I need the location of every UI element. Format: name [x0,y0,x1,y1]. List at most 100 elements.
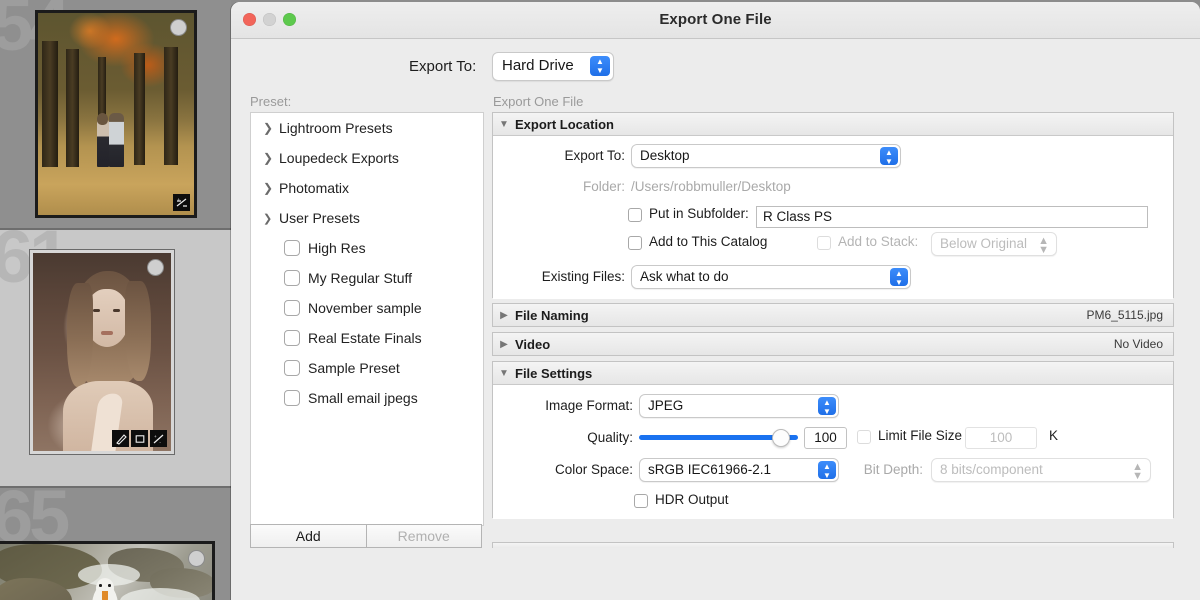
folder-path-value: /Users/robbmuller/Desktop [631,179,791,194]
preset-group-photomatix[interactable]: ❯ Photomatix [251,173,483,203]
file-naming-summary: PM6_5115.jpg [1086,308,1164,322]
preset-item-sample-preset[interactable]: Sample Preset [251,353,483,383]
app-root: 54 + [0,0,1200,600]
color-space-dropdown[interactable]: sRGB IEC61966-2.1 ▲ ▼ [639,458,839,482]
section-body-file-settings: Image Format: JPEG ▲ ▼ Quality: 100 Limit… [493,385,1173,519]
section-header-export-location[interactable]: ▼ Export Location [493,113,1173,136]
export-to-dropdown[interactable]: Hard Drive ▲ ▼ [492,52,614,81]
add-to-stack-label: Add to Stack: [838,234,919,249]
hdr-output-checkbox[interactable] [634,494,648,508]
preset-item-label: Small email jpegs [308,390,418,406]
preset-checkbox[interactable] [284,300,300,316]
triangle-down-icon[interactable]: ▼ [493,368,515,379]
chevron-updown-icon[interactable]: ▲ ▼ [590,56,610,76]
retouch-badge-icon[interactable] [112,430,129,447]
window-title: Export One File [659,11,772,28]
chevron-updown-icon[interactable]: ▲ ▼ [818,397,836,416]
export-to-label: Export To: [409,58,477,75]
preset-checkbox[interactable] [284,330,300,346]
filmstrip-cell-1[interactable]: 54 + [0,0,231,228]
add-to-stack-value: Below Original [940,236,1028,251]
chevron-updown-icon[interactable]: ▲ ▼ [880,147,898,166]
existing-files-value: Ask what to do [640,269,729,284]
thumbnail-2-badges[interactable]: + - [112,430,167,447]
put-in-subfolder-checkbox[interactable] [628,208,642,222]
section-header-file-naming[interactable]: ▶ File Naming PM6_5115.jpg [493,304,1173,326]
triangle-right-icon[interactable]: ▶ [493,310,515,321]
bit-depth-dropdown: 8 bits/component ▲ ▼ [931,458,1151,482]
preset-item-small-email-jpegs[interactable]: Small email jpegs [251,383,483,413]
chevron-right-icon[interactable]: ❯ [263,151,279,165]
develop-adjust-badge-icon[interactable]: + [173,194,190,211]
section-next-partial[interactable] [492,542,1174,548]
triangle-right-icon[interactable]: ▶ [493,339,515,350]
section-header-file-settings[interactable]: ▼ File Settings [493,362,1173,385]
thumbnail-image-seagull [0,544,212,600]
chevron-right-icon[interactable]: ❯ [263,181,279,195]
develop-adjust-badge-icon[interactable]: + - [150,430,167,447]
color-space-value: sRGB IEC61966-2.1 [648,462,772,477]
quality-slider-knob[interactable] [772,429,790,447]
quality-value-input[interactable]: 100 [804,427,847,449]
section-export-location: ▼ Export Location Export To: Desktop ▲ ▼ … [492,112,1174,299]
export-to-destination-value: Desktop [640,148,690,163]
preset-item-label: My Regular Stuff [308,270,413,286]
preset-group-loupedeck-exports[interactable]: ❯ Loupedeck Exports [251,143,483,173]
svg-text:-: - [159,439,161,444]
filmstrip-cell-2[interactable]: 61 [0,230,231,486]
add-to-stack-checkbox [817,236,831,250]
limit-file-size-checkbox[interactable] [857,430,871,444]
existing-files-dropdown[interactable]: Ask what to do ▲ ▼ [631,265,911,289]
filmstrip-panel[interactable]: 54 + [0,0,231,600]
preset-item-label: Sample Preset [308,360,400,376]
section-header-video[interactable]: ▶ Video No Video [493,333,1173,355]
section-title: Export Location [515,116,614,132]
thumbnail-2[interactable]: + - [30,250,174,454]
preset-tree[interactable]: ❯ Lightroom Presets ❯ Loupedeck Exports … [250,112,484,526]
export-to-field-label: Export To: [564,148,625,163]
image-format-dropdown[interactable]: JPEG ▲ ▼ [639,394,839,418]
preset-checkbox[interactable] [284,240,300,256]
thumbnail-2-flag-dot[interactable] [147,259,164,276]
limit-file-size-input: 100 [965,427,1037,449]
chevron-right-icon[interactable]: ❯ [263,121,279,135]
preset-group-user-presets[interactable]: ❯ User Presets [251,203,483,233]
preset-item-my-regular-stuff[interactable]: My Regular Stuff [251,263,483,293]
add-to-catalog-checkbox[interactable] [628,236,642,250]
preset-checkbox[interactable] [284,390,300,406]
thumbnail-3[interactable] [0,541,215,600]
export-destination-row: Export To: Hard Drive ▲ ▼ [231,52,1200,84]
dialog-titlebar[interactable]: Export One File [231,2,1200,39]
folder-label: Folder: [582,179,625,194]
preset-item-november-sample[interactable]: November sample [251,293,483,323]
thumbnail-1-flag-dot[interactable] [170,19,187,36]
preset-checkbox[interactable] [284,360,300,376]
preset-group-label: Loupedeck Exports [279,150,399,166]
remove-preset-button: Remove [366,524,482,548]
preset-item-label: High Res [308,240,366,256]
thumbnail-3-flag-dot[interactable] [188,550,205,567]
content-title: Export One File [493,94,584,109]
section-title: File Naming [515,307,589,323]
chevron-updown-icon[interactable]: ▲ ▼ [890,268,908,287]
preset-item-high-res[interactable]: High Res [251,233,483,263]
export-to-destination-dropdown[interactable]: Desktop ▲ ▼ [631,144,901,168]
filmstrip-cell-3[interactable]: 65 [0,488,231,600]
section-file-naming[interactable]: ▶ File Naming PM6_5115.jpg [492,303,1174,327]
preset-item-label: November sample [308,300,422,316]
add-preset-button[interactable]: Add [250,524,367,548]
chevron-down-icon[interactable]: ❯ [263,212,279,225]
crop-badge-icon[interactable] [131,430,148,447]
limit-file-size-unit: K [1049,428,1059,443]
thumbnail-1[interactable]: + [35,10,197,218]
preset-checkbox[interactable] [284,270,300,286]
preset-group-lightroom-presets[interactable]: ❯ Lightroom Presets [251,113,483,143]
add-to-catalog-label: Add to This Catalog [649,234,768,249]
section-video[interactable]: ▶ Video No Video [492,332,1174,356]
thumbnail-1-badges[interactable]: + [173,194,190,211]
preset-actions: Add Remove [250,524,482,548]
preset-item-real-estate-finals[interactable]: Real Estate Finals [251,323,483,353]
subfolder-name-input[interactable]: R Class PS [756,206,1148,228]
triangle-down-icon[interactable]: ▼ [493,119,515,130]
color-space-label: Color Space: [554,462,633,477]
